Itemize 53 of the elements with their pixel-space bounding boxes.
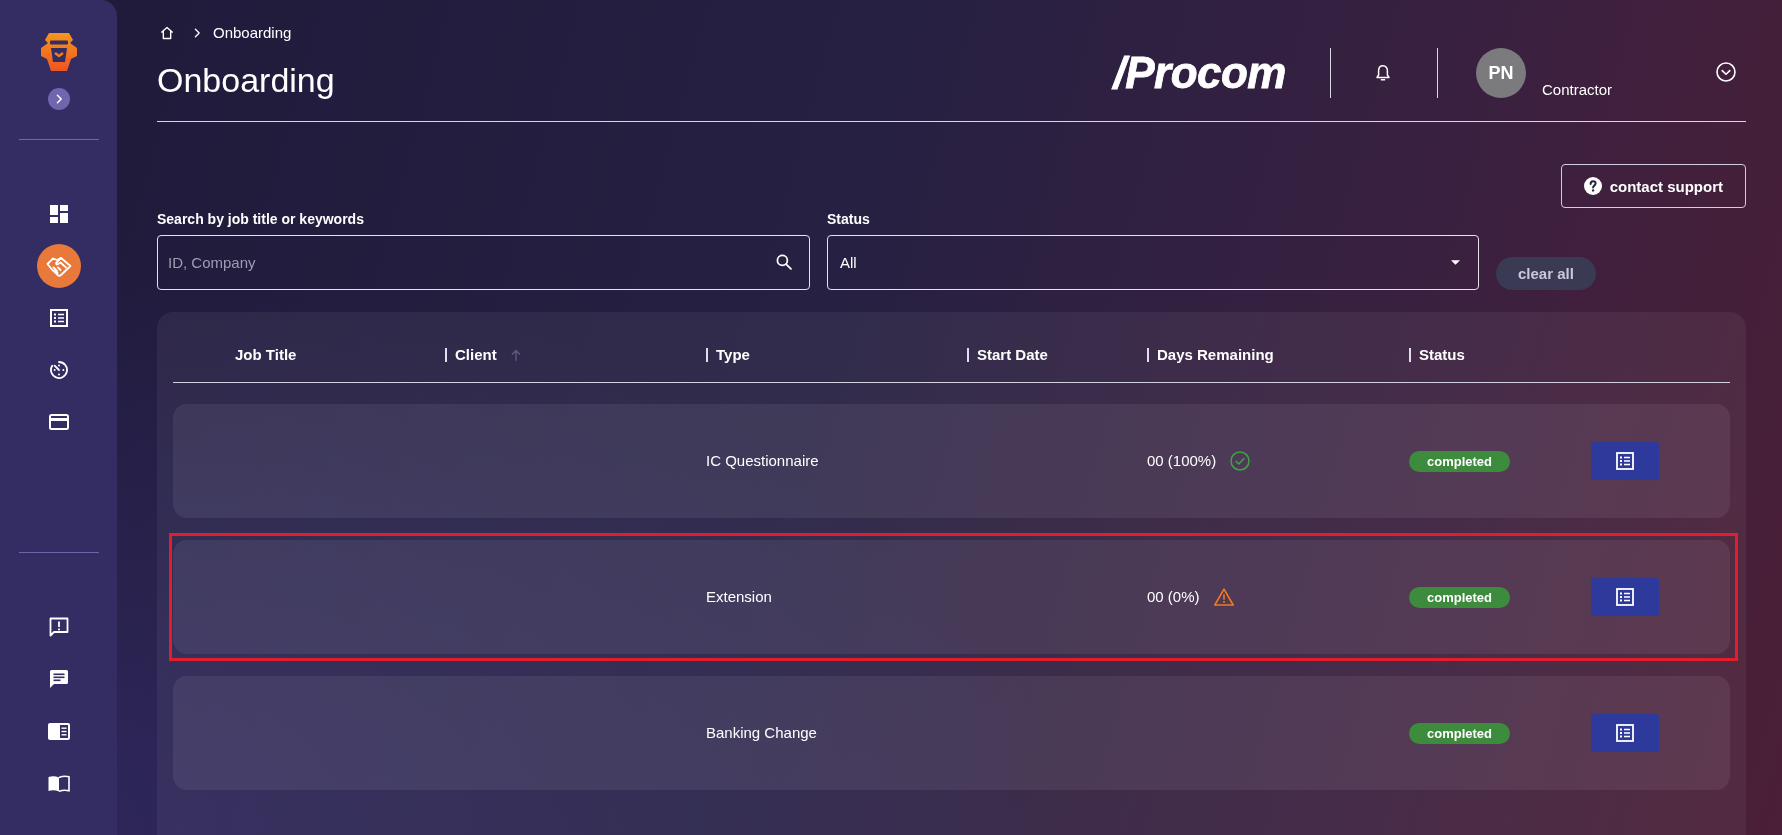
credit-card-icon: [48, 414, 69, 430]
table-cell: 00 (100%): [1147, 451, 1217, 471]
chat-icon: [48, 669, 69, 689]
timer-icon: [49, 361, 68, 379]
contact-support-button[interactable]: contact support: [1560, 164, 1746, 208]
help-icon: [1583, 177, 1602, 195]
search-field[interactable]: ID, Company: [157, 235, 810, 290]
view-details-button[interactable]: [1591, 578, 1659, 616]
list-icon: [1616, 452, 1634, 470]
chevron-right-icon: [55, 94, 63, 104]
open-book-icon: [47, 774, 70, 792]
column-header[interactable]: Days Remaining: [1157, 345, 1274, 365]
brand-logo: /Procom: [1113, 48, 1286, 98]
breadcrumb-item[interactable]: Onboarding: [213, 22, 292, 44]
robot-head-icon[interactable]: [38, 32, 79, 72]
sidebar-item[interactable]: [36, 244, 81, 288]
view-details-button[interactable]: [1591, 714, 1659, 752]
chevron-down-icon[interactable]: [1716, 62, 1736, 82]
column-header[interactable]: Type: [716, 345, 750, 365]
alert-bubble-icon: [48, 617, 69, 637]
page-title: Onboarding: [157, 60, 335, 100]
reader-icon: [47, 722, 70, 740]
table-cell: Extension: [706, 588, 772, 605]
field-label: Search by job title or keywords: [157, 210, 364, 229]
bell-icon[interactable]: [1375, 64, 1391, 82]
column-header[interactable]: Start Date: [977, 345, 1048, 365]
clear-all-button[interactable]: clear all: [1496, 257, 1596, 290]
handshake-icon: [45, 255, 72, 277]
user-role: Contractor: [1542, 80, 1613, 100]
column-header[interactable]: Status: [1419, 345, 1465, 365]
view-details-button[interactable]: [1591, 442, 1659, 480]
column-header[interactable]: Client: [455, 345, 497, 365]
search-icon[interactable]: [776, 254, 792, 270]
check-circle-icon: [1230, 451, 1251, 471]
table-cell: IC Questionnaire: [706, 452, 819, 469]
checklist-icon: [49, 309, 68, 327]
field-label: Status: [827, 210, 870, 229]
chevron-right-icon: [194, 28, 201, 38]
status-dropdown[interactable]: All: [827, 235, 1479, 290]
avatar[interactable]: PN: [1476, 48, 1526, 98]
home-icon[interactable]: [160, 26, 174, 40]
status-badge: completed: [1409, 722, 1510, 744]
dashboard-icon: [49, 205, 68, 223]
status-badge: completed: [1409, 586, 1510, 608]
list-icon: [1616, 724, 1634, 742]
warning-icon: [1213, 588, 1234, 606]
table-cell: 00 (0%): [1147, 587, 1200, 607]
caret-down-icon: [1451, 260, 1460, 265]
list-icon: [1616, 588, 1634, 606]
column-header[interactable]: Job Title: [235, 345, 297, 365]
status-badge: completed: [1409, 450, 1510, 472]
table-cell: Banking Change: [706, 724, 817, 741]
expand-button[interactable]: [47, 88, 70, 110]
